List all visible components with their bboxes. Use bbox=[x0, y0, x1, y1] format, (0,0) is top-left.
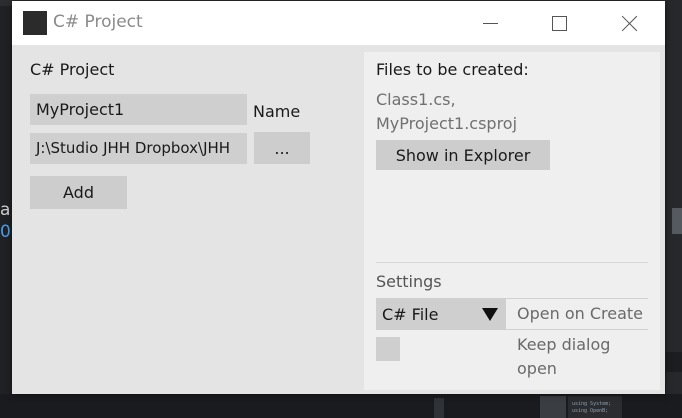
open-on-create-label[interactable]: Open on Create bbox=[517, 304, 643, 323]
files-panel: Files to be created: Class1.cs, MyProjec… bbox=[364, 52, 660, 390]
section-title: C# Project bbox=[30, 60, 115, 79]
file-type-selected: C# File bbox=[382, 305, 439, 324]
settings-label: Settings bbox=[376, 272, 442, 291]
background-right-block bbox=[666, 352, 682, 372]
files-heading: Files to be created: bbox=[376, 60, 529, 79]
settings-row: C# File Open on Create bbox=[376, 298, 648, 330]
file-type-select[interactable]: C# File bbox=[376, 299, 506, 330]
close-button[interactable] bbox=[606, 1, 652, 45]
dropdown-triangle-icon bbox=[482, 308, 498, 321]
keep-dialog-open-checkbox[interactable] bbox=[376, 337, 400, 361]
title-bar[interactable]: C# Project bbox=[12, 1, 665, 45]
window-title: C# Project bbox=[53, 12, 143, 32]
app-icon bbox=[23, 11, 47, 35]
background-bottom-block-2 bbox=[540, 396, 566, 418]
project-form-panel: C# Project Name J:\Studio JHH Dropbox\JH… bbox=[12, 45, 362, 394]
background-bottom-block-1 bbox=[434, 398, 444, 418]
background-code-line-1: using System; bbox=[572, 401, 612, 407]
add-button[interactable]: Add bbox=[30, 176, 127, 209]
name-label: Name bbox=[253, 102, 301, 121]
background-text-a: a bbox=[0, 200, 11, 220]
project-name-input[interactable] bbox=[30, 94, 247, 125]
close-icon bbox=[621, 15, 638, 32]
file-item: MyProject1.csproj bbox=[376, 114, 518, 133]
settings-divider bbox=[376, 262, 648, 263]
file-item: Class1.cs, bbox=[376, 90, 456, 109]
minimize-button[interactable] bbox=[467, 1, 513, 45]
project-dialog-window: C# Project C# Project Name J:\Studio JHH… bbox=[12, 1, 665, 394]
background-text-0: 0 bbox=[0, 222, 11, 242]
background-code-preview: using System; using OpenB; bbox=[568, 396, 622, 418]
background-scroll-thumb bbox=[672, 208, 682, 234]
maximize-icon bbox=[551, 15, 567, 31]
background-code-line-2: using OpenB; bbox=[572, 408, 609, 414]
browse-button[interactable]: ... bbox=[254, 132, 310, 164]
project-path-input[interactable]: J:\Studio JHH Dropbox\JHH bbox=[30, 133, 247, 164]
keep-dialog-open-label: Keep dialog open bbox=[517, 335, 611, 378]
show-in-explorer-button[interactable]: Show in Explorer bbox=[376, 140, 550, 170]
minimize-icon bbox=[482, 22, 498, 24]
maximize-button[interactable] bbox=[536, 1, 582, 45]
